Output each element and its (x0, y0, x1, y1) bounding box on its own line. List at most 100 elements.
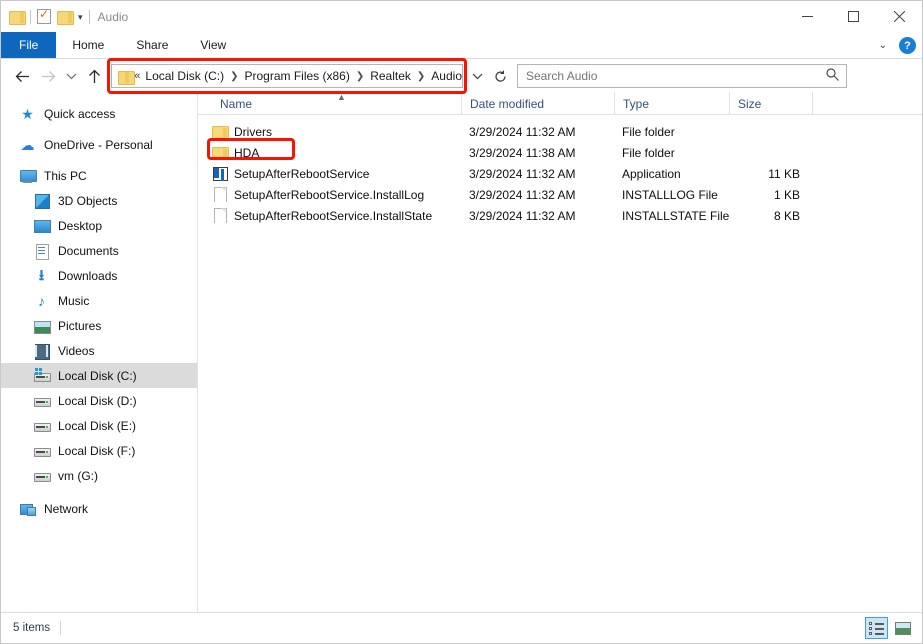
forward-button[interactable] (35, 63, 61, 89)
tab-view[interactable]: View (184, 32, 242, 58)
properties-icon[interactable] (37, 7, 51, 24)
breadcrumb-local-disk-c[interactable]: Local Disk (C:) (145, 69, 224, 83)
column-header-name[interactable]: ▲ Name (198, 92, 461, 114)
sidebar-item-videos[interactable]: Videos (1, 338, 197, 363)
sidebar-item-3d-objects[interactable]: 3D Objects (1, 188, 197, 213)
view-toggle-buttons (865, 617, 914, 639)
sidebar-item-label: 3D Objects (58, 193, 118, 208)
drive-icon (33, 443, 51, 459)
column-header-type[interactable]: Type (614, 92, 729, 114)
recent-locations-button[interactable] (61, 63, 81, 89)
sidebar-item-label: Local Disk (E:) (58, 418, 137, 433)
sidebar-item-pictures[interactable]: Pictures (1, 313, 197, 338)
file-name-cell[interactable]: Drivers (198, 124, 461, 139)
navigation-pane: ★ Quick access ☁ OneDrive - Personal Thi… (1, 93, 198, 612)
explorer-body: ★ Quick access ☁ OneDrive - Personal Thi… (1, 92, 922, 612)
large-icons-view-icon[interactable] (891, 617, 914, 639)
table-row[interactable]: SetupAfterRebootService.InstallState 3/2… (198, 205, 922, 226)
cube-icon (33, 193, 50, 209)
search-icon[interactable] (826, 68, 839, 84)
chevron-down-icon[interactable]: ⌄ (875, 40, 891, 51)
breadcrumb-audio[interactable]: Audio (431, 69, 462, 83)
star-icon: ★ (21, 105, 34, 122)
file-size-cell: 1 KB (773, 187, 800, 202)
maximize-icon[interactable] (830, 1, 876, 32)
folder-icon[interactable] (9, 10, 26, 25)
drive-icon (33, 418, 51, 434)
file-name-cell[interactable]: HDA (198, 145, 461, 160)
sidebar-item-onedrive[interactable]: ☁ OneDrive - Personal (1, 132, 197, 157)
quick-access-toolbar: ▾ (9, 7, 90, 25)
sidebar-item-local-disk-e[interactable]: Local Disk (E:) (1, 413, 197, 438)
ribbon-right-controls: ⌄ ? (875, 32, 916, 59)
details-view-icon[interactable] (865, 617, 888, 639)
up-button[interactable] (81, 63, 107, 89)
sidebar-item-this-pc[interactable]: This PC (1, 163, 197, 188)
sidebar-item-documents[interactable]: Documents (1, 238, 197, 263)
back-button[interactable] (9, 63, 35, 89)
tab-file[interactable]: File (1, 32, 57, 58)
file-list-pane: ▲ Name Date modified Type Size Drivers 3… (198, 92, 922, 612)
sidebar-item-quick-access[interactable]: ★ Quick access (1, 101, 197, 126)
network-icon (19, 501, 36, 517)
breadcrumb-program-files-x86[interactable]: Program Files (x86) (244, 69, 349, 83)
sidebar-item-local-disk-f[interactable]: Local Disk (F:) (1, 438, 197, 463)
ribbon-tab-bar: File Home Share View ⌄ ? (1, 32, 922, 59)
sidebar-item-network[interactable]: Network (1, 496, 197, 521)
file-name-cell[interactable]: SetupAfterRebootService (198, 166, 461, 181)
sidebar-item-local-disk-d[interactable]: Local Disk (D:) (1, 388, 197, 413)
breadcrumb-chevron-icon[interactable]: ❯ (355, 71, 365, 82)
sidebar-item-label: Network (44, 501, 89, 516)
file-icon (212, 187, 227, 202)
close-icon[interactable] (876, 1, 922, 32)
sidebar-item-local-disk-c[interactable]: Local Disk (C:) (1, 363, 197, 388)
file-date-cell: 3/29/2024 11:32 AM (469, 208, 576, 223)
file-date-cell: 3/29/2024 11:32 AM (469, 124, 576, 139)
file-name-cell[interactable]: SetupAfterRebootService.InstallState (198, 208, 461, 223)
address-bar[interactable]: « Local Disk (C:) ❯ Program Files (x86) … (111, 64, 463, 88)
tab-home[interactable]: Home (56, 32, 120, 58)
refresh-icon[interactable] (489, 64, 511, 88)
folder-icon (118, 70, 136, 85)
file-name-label: SetupAfterRebootService.InstallState (234, 208, 433, 223)
sidebar-item-desktop[interactable]: Desktop (1, 213, 197, 238)
tab-share[interactable]: Share (120, 32, 184, 58)
search-input[interactable]: Search Audio (526, 69, 597, 83)
file-size-cell: 8 KB (773, 208, 800, 223)
window-title: Audio (97, 9, 129, 24)
search-box[interactable]: Search Audio (517, 64, 847, 88)
breadcrumb-realtek[interactable]: Realtek (370, 69, 411, 83)
file-name-label: SetupAfterRebootService (234, 166, 370, 181)
sidebar-item-music[interactable]: ♪ Music (1, 288, 197, 313)
column-header-date-modified[interactable]: Date modified (461, 92, 614, 114)
file-type-cell: File folder (622, 124, 675, 139)
breadcrumb-overflow-icon[interactable]: « (134, 70, 140, 82)
table-row[interactable]: Drivers 3/29/2024 11:32 AM File folder (198, 121, 922, 142)
pictures-icon (33, 318, 51, 334)
chevron-down-icon[interactable]: ▾ (78, 13, 83, 22)
qat-separator (30, 9, 31, 24)
breadcrumb-chevron-icon[interactable]: ❯ (416, 71, 426, 82)
table-row[interactable]: SetupAfterRebootService.InstallLog 3/29/… (198, 184, 922, 205)
file-name-cell[interactable]: SetupAfterRebootService.InstallLog (198, 187, 461, 202)
minimize-icon[interactable] (784, 1, 830, 32)
file-date-cell: 3/29/2024 11:38 AM (469, 145, 576, 160)
item-count-label: 5 items (13, 622, 51, 634)
music-icon: ♪ (38, 292, 45, 309)
table-row[interactable]: SetupAfterRebootService 3/29/2024 11:32 … (198, 163, 922, 184)
sidebar-item-downloads[interactable]: ⭳ Downloads (1, 263, 197, 288)
sidebar-item-vm-g[interactable]: vm (G:) (1, 463, 197, 488)
column-header-label: Size (738, 97, 762, 111)
help-button[interactable]: ? (899, 37, 916, 54)
breadcrumb-chevron-icon[interactable]: ❯ (229, 71, 239, 82)
new-folder-icon[interactable] (57, 10, 74, 25)
column-header-size[interactable]: Size (729, 92, 812, 114)
chevron-down-icon[interactable] (467, 64, 487, 88)
sidebar-item-label: OneDrive - Personal (44, 137, 153, 152)
column-header-label: Type (623, 97, 650, 111)
application-icon (212, 166, 228, 181)
drive-icon (33, 468, 51, 484)
column-header-spacer (812, 92, 922, 114)
table-row[interactable]: HDA 3/29/2024 11:38 AM File folder (198, 142, 922, 163)
address-bar-row: « Local Disk (C:) ❯ Program Files (x86) … (1, 58, 922, 94)
